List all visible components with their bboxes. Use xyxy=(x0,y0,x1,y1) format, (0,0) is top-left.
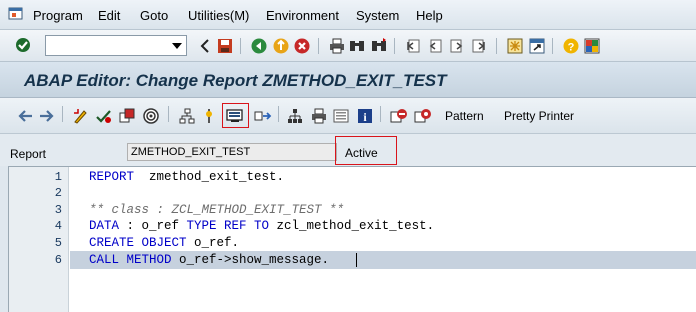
display-change-icon[interactable] xyxy=(72,107,90,125)
set-breakpoint-icon[interactable] xyxy=(390,107,408,125)
session-breakpoint-icon[interactable] xyxy=(414,107,432,125)
command-field[interactable] xyxy=(45,35,187,56)
line-number: 4 xyxy=(54,219,62,233)
text-cursor xyxy=(356,253,357,267)
line-number: 5 xyxy=(54,236,62,250)
svg-text:?: ? xyxy=(568,42,575,54)
shortcut-icon[interactable] xyxy=(528,37,546,55)
line-number-gutter: 1 2 3 4 5 6 xyxy=(9,167,69,312)
menu-goto[interactable]: Goto xyxy=(140,8,168,23)
cancel-icon[interactable] xyxy=(293,37,311,55)
menu-program[interactable]: Program xyxy=(33,8,83,23)
toolbar-separator xyxy=(278,106,279,122)
test-icon[interactable] xyxy=(142,107,160,125)
info-icon[interactable]: i xyxy=(356,107,374,125)
exit-icon[interactable] xyxy=(272,37,290,55)
customize-layout-icon[interactable] xyxy=(583,37,601,55)
display-object-icon[interactable] xyxy=(332,107,350,125)
chevron-down-icon[interactable] xyxy=(169,37,185,54)
print-icon[interactable] xyxy=(328,37,346,55)
toolbar-separator xyxy=(394,38,395,54)
back-arrow-icon[interactable] xyxy=(16,107,34,125)
where-used-icon[interactable] xyxy=(178,107,196,125)
hierarchy-icon[interactable] xyxy=(286,107,304,125)
toolbar-separator xyxy=(552,38,553,54)
menu-help[interactable]: Help xyxy=(416,8,443,23)
code-line[interactable]: REPORT zmethod_exit_test. xyxy=(89,170,284,184)
toolbar-separator xyxy=(318,38,319,54)
forward-arrow-icon[interactable] xyxy=(38,107,56,125)
find-icon[interactable] xyxy=(348,37,366,55)
report-name-field: ZMETHOD_EXIT_TEST xyxy=(127,143,337,161)
toolbar-separator xyxy=(240,38,241,54)
menu-bar: Program Edit Goto Utilities(M) Environme… xyxy=(0,0,696,30)
print-icon[interactable] xyxy=(310,107,328,125)
code-line[interactable]: CREATE OBJECT o_ref. xyxy=(89,236,239,250)
first-page-icon[interactable] xyxy=(404,37,422,55)
navigation-window-icon[interactable] xyxy=(254,107,272,125)
report-label: Report xyxy=(10,147,47,161)
toolbar-separator xyxy=(496,38,497,54)
last-page-icon[interactable] xyxy=(470,37,488,55)
back-icon[interactable] xyxy=(250,37,268,55)
line-number: 1 xyxy=(54,170,62,184)
next-page-icon[interactable] xyxy=(448,37,466,55)
application-toolbar: i Pattern Pretty Printer xyxy=(0,98,696,134)
menu-utilities[interactable]: Utilities(M) xyxy=(188,8,249,23)
pattern-button[interactable]: Pattern xyxy=(445,109,484,123)
code-line[interactable]: ** class : ZCL_METHOD_EXIT_TEST ** xyxy=(89,203,344,217)
line-number: 3 xyxy=(54,203,62,217)
menu-edit[interactable]: Edit xyxy=(98,8,120,23)
object-list-icon[interactable] xyxy=(226,107,244,125)
help-icon[interactable]: ? xyxy=(562,37,580,55)
menu-system[interactable]: System xyxy=(356,8,399,23)
window-menu-icon[interactable] xyxy=(8,6,24,22)
toolbar-separator xyxy=(380,106,381,122)
previous-page-icon[interactable] xyxy=(426,37,444,55)
line-number: 6 xyxy=(54,253,62,267)
pretty-printer-button[interactable]: Pretty Printer xyxy=(504,109,574,123)
create-session-icon[interactable] xyxy=(506,37,524,55)
code-line[interactable]: CALL METHOD o_ref->show_message. xyxy=(89,253,329,267)
back-arrow-icon[interactable] xyxy=(196,37,214,55)
enter-check-icon[interactable] xyxy=(14,36,32,54)
line-number: 2 xyxy=(54,186,62,200)
save-icon[interactable] xyxy=(216,37,234,55)
report-header: Report ZMETHOD_EXIT_TEST Active xyxy=(0,134,696,166)
toolbar-separator xyxy=(62,106,63,122)
code-line[interactable]: DATA : o_ref TYPE REF TO zcl_method_exit… xyxy=(89,219,434,233)
find-next-icon[interactable] xyxy=(370,37,388,55)
toolbar-separator xyxy=(168,106,169,122)
activate-icon[interactable] xyxy=(118,107,136,125)
code-editor[interactable]: 1 2 3 4 5 6 REPORT zmethod_exit_test. **… xyxy=(8,166,696,312)
title-bar: ABAP Editor: Change Report ZMETHOD_EXIT_… xyxy=(0,62,696,98)
menu-environment[interactable]: Environment xyxy=(266,8,339,23)
system-toolbar: ? xyxy=(0,30,696,62)
check-syntax-icon[interactable] xyxy=(95,107,113,125)
page-title: ABAP Editor: Change Report ZMETHOD_EXIT_… xyxy=(24,71,447,90)
breakpoint-icon[interactable] xyxy=(200,107,218,125)
status-badge: Active xyxy=(345,146,378,160)
